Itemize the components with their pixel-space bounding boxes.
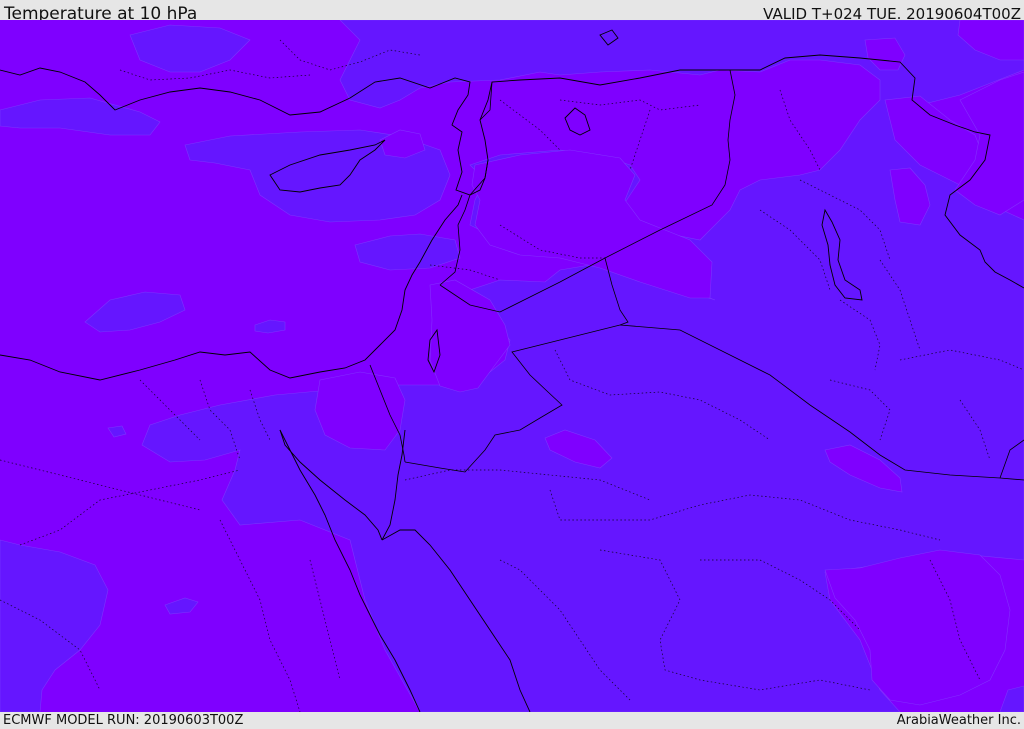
forecast-frame: Temperature at 10 hPa VALID T+024 TUE. 2… [0,0,1024,729]
temperature-map [0,20,1024,712]
footer-bar: ECMWF MODEL RUN: 20190603T00Z ArabiaWeat… [0,712,1024,729]
credit-label: ArabiaWeather Inc. [896,713,1021,728]
header-bar: Temperature at 10 hPa VALID T+024 TUE. 2… [0,0,1024,24]
model-run-label: ECMWF MODEL RUN: 20190603T00Z [3,713,244,728]
